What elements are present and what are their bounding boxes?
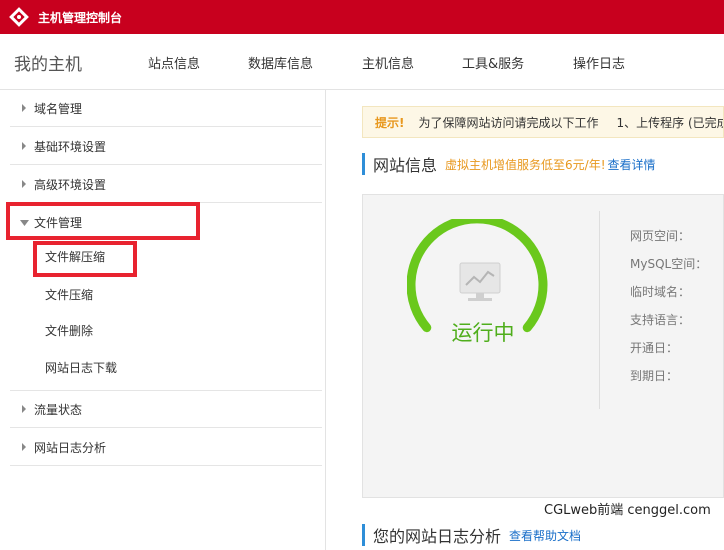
chevron-right-icon xyxy=(18,140,30,152)
label-web-space: 网页空间： xyxy=(630,229,691,243)
sidebar-item-label: 文件管理 xyxy=(34,216,83,230)
section-title: 您的网站日志分析 xyxy=(373,527,502,546)
watermark-text: CGLweb前端 cenggel.com xyxy=(540,498,715,519)
status-running: 运行中 xyxy=(451,321,515,345)
sidebar-subitem-zip[interactable]: 文件压缩 xyxy=(45,286,93,303)
chevron-down-icon xyxy=(18,217,30,229)
brand-logo-icon xyxy=(8,6,30,28)
nav-item-database-info[interactable]: 数据库信息 xyxy=(248,53,313,72)
notice-text: 为了保障网站访问请完成以下工作 xyxy=(418,115,599,130)
chevron-right-icon xyxy=(18,102,30,114)
sidebar: 域名管理 基础环境设置 高级环境设置 文件管理 文件解压缩 文件压缩 文件删除 … xyxy=(0,90,326,550)
sidebar-item-label: 流量状态 xyxy=(34,402,83,417)
sidebar-item-label: 基础环境设置 xyxy=(34,139,107,154)
app-title: 主机管理控制台 xyxy=(38,10,123,25)
monitor-chart-icon xyxy=(459,262,501,301)
sidebar-item-advanced-env[interactable]: 高级环境设置 xyxy=(10,166,322,203)
help-doc-link[interactable]: 查看帮助文档 xyxy=(509,527,581,544)
label-temp-domain: 临时域名： xyxy=(630,285,691,299)
main-nav: 我的主机 站点信息 数据库信息 主机信息 工具&服务 操作日志 xyxy=(0,34,724,90)
sidebar-item-log-analysis[interactable]: 网站日志分析 xyxy=(10,429,322,466)
sidebar-item-label: 高级环境设置 xyxy=(34,177,107,192)
notice-label: 提示! xyxy=(375,115,405,130)
nav-title: 我的主机 xyxy=(14,55,82,75)
sidebar-item-domain[interactable]: 域名管理 xyxy=(10,90,322,127)
sidebar-item-label: 域名管理 xyxy=(34,101,83,116)
label-expire-date: 到期日： xyxy=(630,369,679,383)
chevron-right-icon xyxy=(18,441,30,453)
notice-bar: 提示! 为了保障网站访问请完成以下工作 1、上传程序 (已完成 xyxy=(362,106,724,138)
chevron-right-icon xyxy=(18,403,30,415)
card-divider xyxy=(599,211,600,409)
notice-step: 1、上传程序 (已完成 xyxy=(616,115,724,130)
sidebar-subitem-log-download[interactable]: 网站日志下载 xyxy=(45,359,117,376)
site-info-header: 网站信息 虚拟主机增值服务低至6元/年! 查看详情 xyxy=(362,153,656,175)
sidebar-item-traffic[interactable]: 流量状态 xyxy=(10,391,322,428)
log-analysis-header: 您的网站日志分析 查看帮助文档 xyxy=(362,524,581,546)
label-mysql-space: MySQL空间： xyxy=(630,257,708,271)
label-supported-language: 支持语言： xyxy=(630,313,691,327)
sidebar-item-basic-env[interactable]: 基础环境设置 xyxy=(10,128,322,165)
top-bar: 主机管理控制台 xyxy=(0,0,724,34)
section-title: 网站信息 xyxy=(373,156,438,175)
promo-text: 虚拟主机增值服务低至6元/年! xyxy=(445,157,606,172)
site-info-card: 运行中 网页空间： MySQL空间： 临时域名： 支持语言： 开通日： 到期日： xyxy=(362,194,724,498)
sidebar-subitem-unzip[interactable]: 文件解压缩 xyxy=(45,248,105,265)
chevron-right-icon xyxy=(18,178,30,190)
view-details-link[interactable]: 查看详情 xyxy=(608,156,656,173)
sidebar-item-label: 网站日志分析 xyxy=(34,440,107,455)
sidebar-subitem-delete[interactable]: 文件删除 xyxy=(45,322,93,339)
nav-item-site-info[interactable]: 站点信息 xyxy=(148,53,200,72)
label-open-date: 开通日： xyxy=(630,341,679,355)
nav-item-tools-services[interactable]: 工具&服务 xyxy=(462,53,524,72)
sidebar-item-file-management[interactable]: 文件管理 xyxy=(10,204,322,241)
nav-item-operation-log[interactable]: 操作日志 xyxy=(573,53,625,72)
nav-item-host-info[interactable]: 主机信息 xyxy=(362,53,414,72)
